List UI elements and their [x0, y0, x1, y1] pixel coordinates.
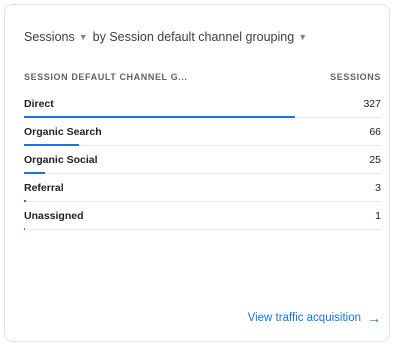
- row-label: Direct: [24, 98, 54, 110]
- table-row[interactable]: Referral 3: [24, 174, 381, 202]
- column-header-dimension: SESSION DEFAULT CHANNEL G...: [24, 72, 188, 82]
- view-traffic-acquisition-link[interactable]: View traffic acquisition →: [248, 310, 381, 326]
- card-title: Sessions ▼ by Session default channel gr…: [24, 30, 312, 44]
- row-value: 25: [369, 154, 381, 166]
- row-value: 66: [369, 126, 381, 138]
- sessions-by-channel-card: Sessions ▼ by Session default channel gr…: [4, 4, 390, 342]
- row-proportion-bar: [24, 228, 26, 230]
- column-header-sessions: SESSIONS: [330, 72, 381, 82]
- row-label: Organic Search: [24, 126, 102, 138]
- table-row[interactable]: Organic Search 66: [24, 118, 381, 146]
- row-value: 1: [375, 210, 381, 222]
- row-label: Organic Social: [24, 154, 98, 166]
- row-label: Referral: [24, 182, 64, 194]
- table-header: SESSION DEFAULT CHANNEL G... SESSIONS: [24, 72, 381, 86]
- table-row[interactable]: Direct 327: [24, 90, 381, 118]
- row-value: 327: [363, 98, 381, 110]
- footer-link-label: View traffic acquisition: [247, 312, 361, 324]
- row-label: Unassigned: [24, 210, 84, 222]
- arrow-right-icon: →: [367, 310, 381, 326]
- dimension-selector[interactable]: by Session default channel grouping: [93, 30, 295, 44]
- dropdown-caret-icon[interactable]: ▼: [298, 32, 307, 42]
- dropdown-caret-icon[interactable]: ▼: [79, 32, 88, 42]
- channel-table: Direct 327 Organic Search 66 Organic Soc…: [24, 90, 381, 230]
- table-row[interactable]: Unassigned 1: [24, 202, 381, 230]
- metric-selector[interactable]: Sessions: [24, 30, 75, 44]
- row-value: 3: [375, 182, 381, 194]
- table-row[interactable]: Organic Social 25: [24, 146, 381, 174]
